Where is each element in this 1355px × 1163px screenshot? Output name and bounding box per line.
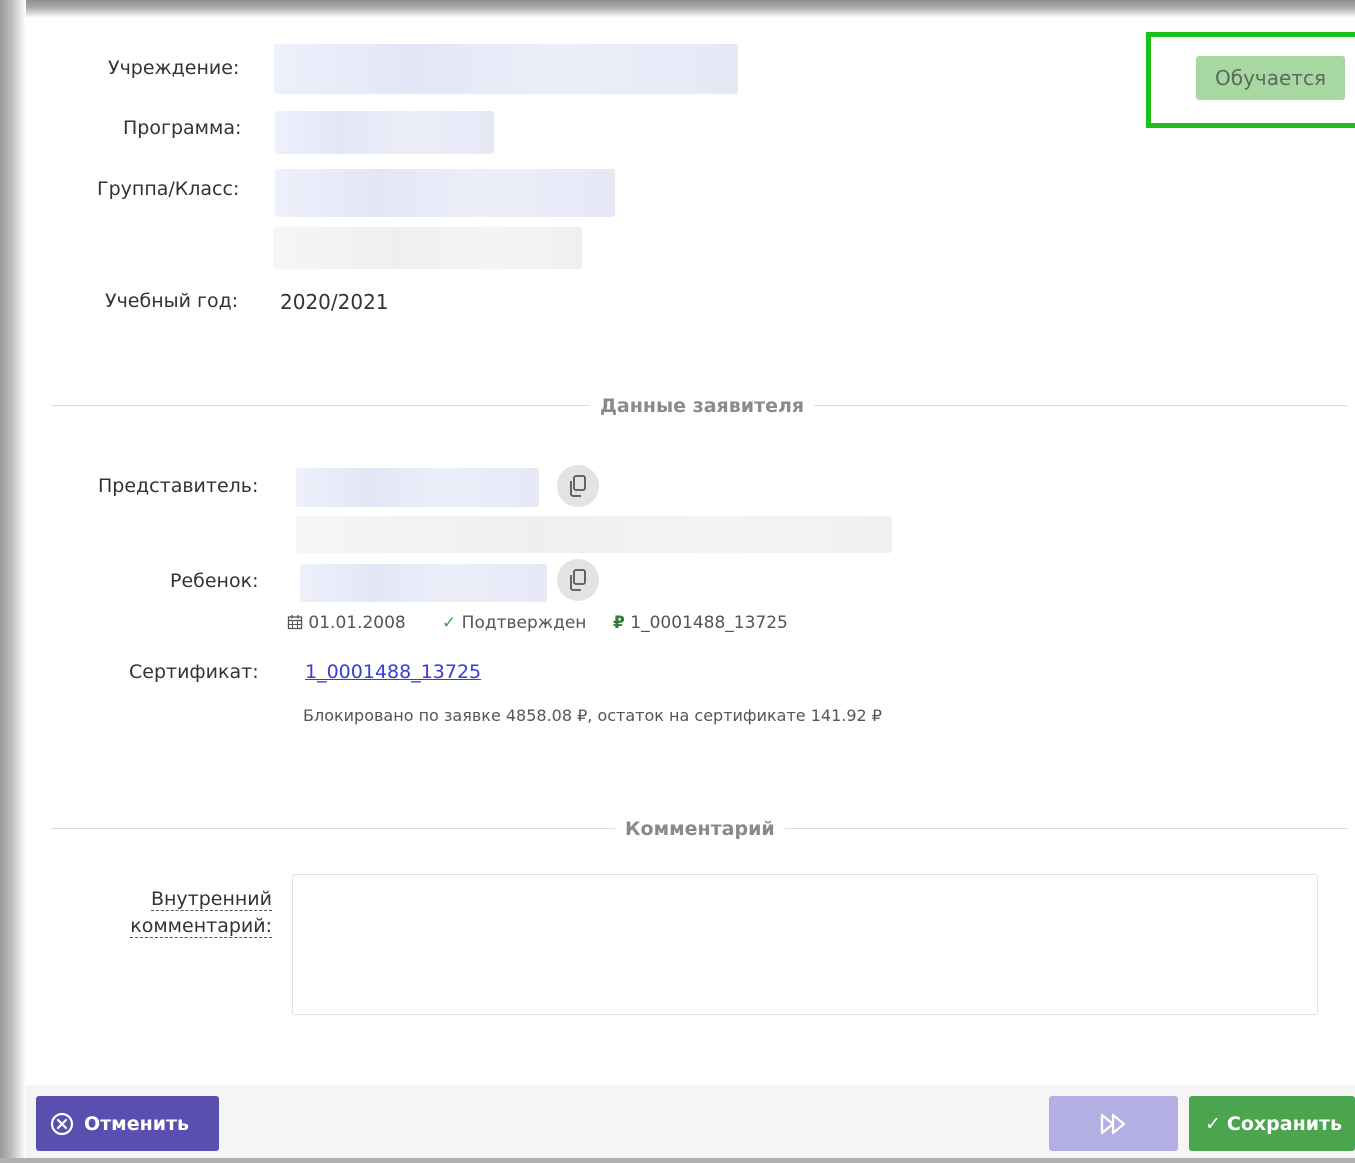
copy-icon (570, 475, 586, 497)
window-frame-left (0, 0, 26, 1163)
institution-value-redacted (274, 44, 738, 94)
child-meta-birthdate: 01.01.2008 (287, 613, 406, 633)
child-meta-certificate: ₽ 1_0001488_13725 (613, 613, 788, 633)
birth-date: 01.01.2008 (308, 613, 406, 633)
next-button[interactable] (1049, 1096, 1178, 1151)
cancel-button-label: Отменить (84, 1112, 190, 1135)
internal-comment-label-line2: комментарий: (130, 915, 272, 938)
representative-label: Представитель: (98, 475, 259, 497)
program-value-redacted (275, 111, 494, 154)
fast-forward-icon (1100, 1113, 1125, 1134)
check-icon: ✓ (442, 613, 457, 633)
check-icon: ✓ (1205, 1112, 1221, 1135)
internal-comment-label-line1: Внутренний (150, 888, 272, 911)
applicant-section-title: Данные заявителя (590, 395, 815, 417)
calendar-icon (287, 615, 303, 630)
certificate-balance-note: Блокировано по заявке 4858.08 ₽, остаток… (303, 706, 882, 725)
year-label: Учебный год: (105, 290, 239, 312)
certificate-label: Сертификат: (129, 661, 259, 683)
program-label: Программа: (123, 117, 242, 139)
institution-label: Учреждение: (108, 57, 240, 79)
representative-name-redacted (296, 468, 539, 507)
save-button[interactable]: ✓ Сохранить (1189, 1096, 1355, 1151)
certificate-link[interactable]: 1_0001488_13725 (305, 661, 481, 683)
group-value-redacted (275, 169, 615, 217)
internal-comment-textarea[interactable] (292, 874, 1318, 1015)
window-frame-top (0, 0, 1355, 18)
certificate-code: 1_0001488_13725 (630, 613, 788, 633)
copy-child-button[interactable] (557, 559, 599, 601)
child-name-redacted (300, 564, 547, 602)
year-value: 2020/2021 (280, 290, 389, 314)
save-button-label: Сохранить (1226, 1112, 1343, 1135)
group-label: Группа/Класс: (97, 178, 240, 200)
representative-details-redacted (296, 516, 892, 553)
ruble-icon: ₽ (613, 613, 625, 633)
child-meta-confirmed: ✓ Подтвержден (442, 613, 586, 633)
child-label: Ребенок: (170, 570, 259, 592)
group-extra-redacted (273, 227, 582, 269)
window-frame-bottom (0, 1158, 1355, 1163)
comment-section-title: Комментарий (615, 818, 785, 840)
confirmed-text: Подтвержден (461, 613, 587, 633)
copy-representative-button[interactable] (557, 465, 599, 507)
cancel-button[interactable]: Отменить (36, 1096, 219, 1151)
internal-comment-label: Внутренний комментарий: (110, 886, 272, 940)
status-badge: Обучается (1196, 56, 1345, 100)
copy-icon (570, 569, 586, 591)
close-circle-icon (50, 1112, 74, 1136)
